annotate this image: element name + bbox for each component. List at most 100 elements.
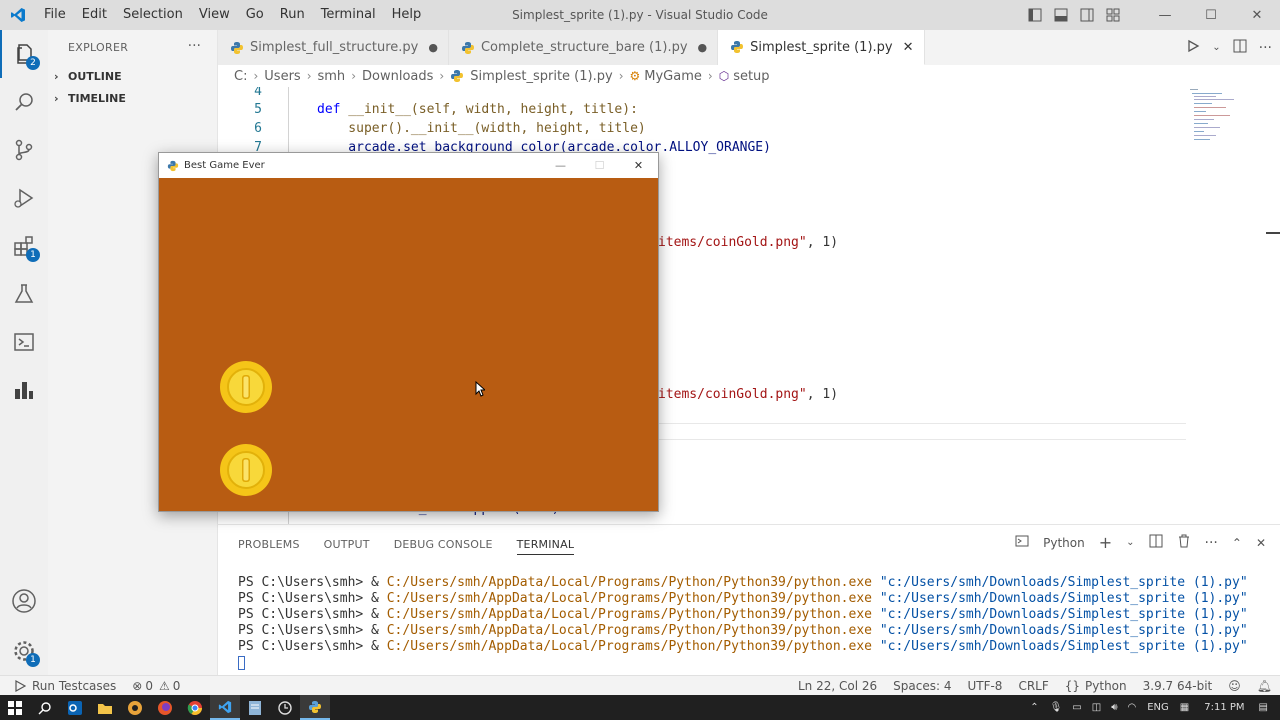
breadcrumb-item[interactable]: Simplest_sprite (1).py <box>470 69 612 84</box>
windows-start-icon[interactable] <box>0 695 30 720</box>
minimap[interactable] <box>1188 87 1248 147</box>
more-actions-icon[interactable]: ··· <box>188 38 201 54</box>
breadcrumb-item[interactable]: smh <box>318 69 346 84</box>
line-ending[interactable]: CRLF <box>1010 676 1056 696</box>
split-editor-icon[interactable] <box>1233 39 1247 57</box>
menu-view[interactable]: View <box>191 0 238 30</box>
clock-time[interactable]: 7:11 PM <box>1194 702 1254 713</box>
tab-simplest-full-structure[interactable]: Simplest_full_structure.py ● <box>218 30 449 65</box>
breadcrumb-item[interactable]: Downloads <box>362 69 433 84</box>
terminal-cursor[interactable] <box>238 655 1248 675</box>
customize-layout-icon[interactable] <box>1100 0 1126 30</box>
source-control-icon[interactable] <box>0 126 48 174</box>
layout-panel-icon[interactable] <box>1048 0 1074 30</box>
menu-edit[interactable]: Edit <box>74 0 115 30</box>
vscode-taskbar-icon[interactable] <box>210 695 240 720</box>
language-mode[interactable]: {} Python <box>1057 676 1135 696</box>
timeline-section[interactable]: › TIMELINE <box>48 87 217 109</box>
clock-app-icon[interactable] <box>270 695 300 720</box>
tab-complete-structure-bare[interactable]: Complete_structure_bare (1).py ● <box>448 30 719 65</box>
wifi-icon[interactable]: ◠ <box>1123 702 1142 713</box>
chevron-up-icon[interactable]: ⌃ <box>1232 536 1242 550</box>
gear-icon[interactable]: 1 <box>0 627 48 675</box>
flask-icon[interactable] <box>0 270 48 318</box>
menu-terminal[interactable]: Terminal <box>313 0 384 30</box>
layout-sidebar-icon[interactable] <box>1022 0 1048 30</box>
battery-icon[interactable]: ▭ <box>1067 702 1086 713</box>
firefox-icon[interactable] <box>150 695 180 720</box>
outline-section[interactable]: › OUTLINE <box>48 65 217 87</box>
python-file-icon <box>461 41 474 54</box>
modified-dot-icon[interactable]: ● <box>428 41 438 54</box>
minimize-icon[interactable]: — <box>1142 0 1188 30</box>
volume-icon[interactable]: 🔊︎ <box>1106 702 1122 713</box>
cursor-position[interactable]: Ln 22, Col 26 <box>790 676 885 696</box>
tab-output[interactable]: OUTPUT <box>324 538 370 551</box>
python-game-taskbar-icon[interactable] <box>300 695 330 720</box>
maximize-icon[interactable]: ☐ <box>580 153 619 178</box>
extensions-icon[interactable]: 1 <box>0 222 48 270</box>
breadcrumb-item[interactable]: setup <box>733 69 769 84</box>
minimize-icon[interactable]: — <box>541 153 580 178</box>
menu-go[interactable]: Go <box>238 0 272 30</box>
breadcrumb-item[interactable]: C: <box>234 69 247 84</box>
chevron-down-icon[interactable]: ⌄ <box>1212 42 1220 53</box>
windows-taskbar: ⌃ 🎙︎ ▭ ◫ 🔊︎ ◠ ENG ▦ 7:11 PM ▤ <box>0 695 1280 720</box>
chevron-up-icon[interactable]: ⌃ <box>1024 702 1044 713</box>
menu-run[interactable]: Run <box>272 0 313 30</box>
menu-help[interactable]: Help <box>384 0 430 30</box>
close-icon[interactable]: ✕ <box>1234 0 1280 30</box>
modified-dot-icon[interactable]: ● <box>698 41 708 54</box>
indentation[interactable]: Spaces: 4 <box>885 676 959 696</box>
layout-sidebar-right-icon[interactable] <box>1074 0 1100 30</box>
close-tab-icon[interactable]: ✕ <box>903 40 914 55</box>
python-interpreter[interactable]: 3.9.7 64-bit <box>1135 676 1221 696</box>
split-terminal-icon[interactable] <box>1149 534 1163 551</box>
language-indicator[interactable]: ENG <box>1141 702 1175 713</box>
scrollbar-indicator[interactable] <box>1266 232 1280 234</box>
breadcrumb-item[interactable]: MyGame <box>644 69 702 84</box>
search-icon[interactable] <box>30 695 60 720</box>
network-icon[interactable]: ◫ <box>1087 702 1106 713</box>
files-icon[interactable]: 2 <box>0 30 48 78</box>
bar-chart-icon[interactable] <box>0 366 48 414</box>
menu-file[interactable]: File <box>36 0 74 30</box>
run-python-file-icon[interactable] <box>1186 39 1200 57</box>
close-icon[interactable]: ✕ <box>619 153 658 178</box>
more-actions-icon[interactable]: ··· <box>1259 40 1272 56</box>
breadcrumb-item[interactable]: Users <box>264 69 300 84</box>
tab-simplest-sprite[interactable]: Simplest_sprite (1).py ✕ <box>718 30 925 65</box>
close-panel-icon[interactable]: ✕ <box>1256 536 1266 550</box>
chevron-down-icon[interactable]: ⌄ <box>1126 537 1134 548</box>
tab-terminal[interactable]: TERMINAL <box>516 534 575 555</box>
tab-problems[interactable]: PROBLEMS <box>238 538 300 551</box>
more-actions-icon[interactable]: ··· <box>1205 535 1218 551</box>
problems-status[interactable]: ⊗ 0 ⚠ 0 <box>124 676 188 696</box>
encoding[interactable]: UTF-8 <box>959 676 1010 696</box>
terminal-shell-label[interactable]: Python <box>1043 536 1085 550</box>
run-testcases-button[interactable]: Run Testcases <box>0 676 124 696</box>
notifications-icon[interactable]: ▤ <box>1255 702 1280 713</box>
maximize-icon[interactable]: ☐ <box>1188 0 1234 30</box>
search-icon[interactable] <box>0 78 48 126</box>
game-canvas[interactable] <box>159 178 658 511</box>
feedback-icon[interactable]: ☺ <box>1220 676 1249 696</box>
run-debug-icon[interactable] <box>0 174 48 222</box>
microphone-icon[interactable]: 🎙︎ <box>1045 702 1068 713</box>
terminal-box-icon[interactable] <box>0 318 48 366</box>
trash-icon[interactable] <box>1177 534 1191 551</box>
account-icon[interactable] <box>0 577 48 625</box>
chrome-icon[interactable] <box>180 695 210 720</box>
notepad-icon[interactable] <box>240 695 270 720</box>
terminal-output[interactable]: PS C:\Users\smh> & C:/Users/smh/AppData/… <box>238 575 1248 675</box>
app-icon[interactable] <box>120 695 150 720</box>
chevron-right-icon: › <box>54 91 59 105</box>
menu-selection[interactable]: Selection <box>115 0 191 30</box>
file-explorer-icon[interactable] <box>90 695 120 720</box>
bell-icon[interactable]: 🔔︎ <box>1249 676 1280 696</box>
terminal-shell-icon[interactable] <box>1015 534 1029 551</box>
new-terminal-icon[interactable]: + <box>1099 533 1112 552</box>
tab-debug-console[interactable]: DEBUG CONSOLE <box>394 538 493 551</box>
outlook-icon[interactable] <box>60 695 90 720</box>
network-alt-icon[interactable]: ▦ <box>1175 702 1194 713</box>
